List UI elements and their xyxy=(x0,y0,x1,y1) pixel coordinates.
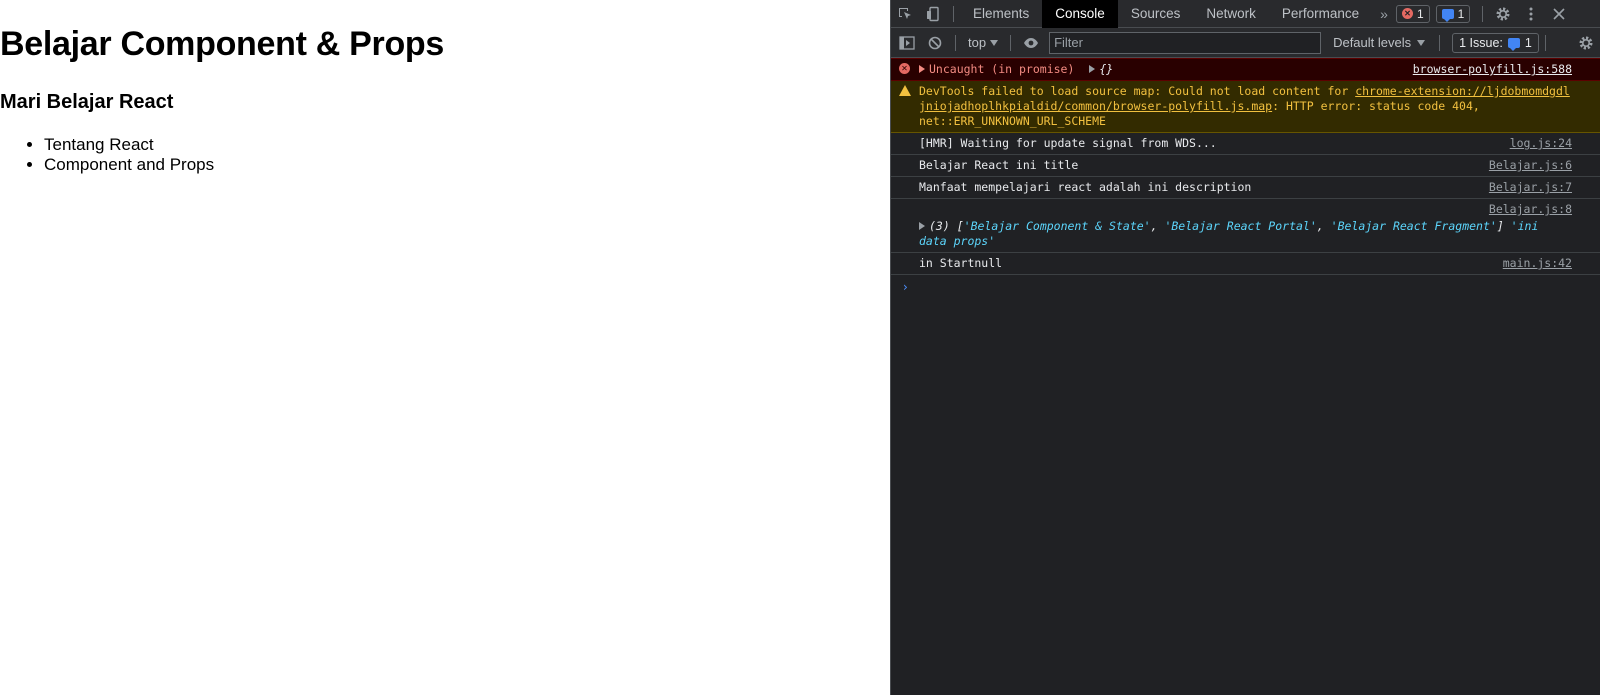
console-settings-gear-icon[interactable] xyxy=(1572,29,1600,57)
tab-console[interactable]: Console xyxy=(1042,0,1118,28)
tab-elements[interactable]: Elements xyxy=(960,0,1042,28)
array-item: 'Belajar React Portal' xyxy=(1164,219,1317,233)
array-comma: , xyxy=(1150,219,1165,233)
error-message: Uncaught (in promise) xyxy=(929,62,1075,76)
log-levels-label: Default levels xyxy=(1333,35,1412,50)
message-icon xyxy=(1441,8,1454,22)
divider xyxy=(955,34,956,51)
close-icon[interactable] xyxy=(1545,0,1573,28)
log-message: [HMR] Waiting for update signal from WDS… xyxy=(919,136,1217,150)
list-item: Component and Props xyxy=(44,155,214,175)
prompt-chevron-icon: › xyxy=(903,280,908,294)
error-object: {} xyxy=(1099,62,1114,76)
devtools-tabbar: Elements Console Sources Network Perform… xyxy=(891,0,1600,28)
filter-input[interactable] xyxy=(1049,31,1322,54)
expand-triangle-icon[interactable] xyxy=(1089,65,1096,73)
array-bracket: [ xyxy=(956,219,964,233)
divider xyxy=(1439,34,1441,51)
expand-triangle-icon[interactable] xyxy=(919,222,925,230)
log-message: in Startnull xyxy=(919,256,1003,270)
console-toolbar: top Default levels 1 Issue: 1 xyxy=(891,28,1600,58)
context-value: top xyxy=(968,35,987,50)
tab-sources[interactable]: Sources xyxy=(1118,0,1194,28)
console-output: ✕ Uncaught (in promise) {} browser-polyf… xyxy=(891,58,1600,294)
console-array-row: Belajar.js:8 (3) ['Belajar Component & S… xyxy=(891,199,1600,253)
sidebar-toggle-icon[interactable] xyxy=(893,29,921,57)
error-icon: ✕ xyxy=(899,63,910,74)
expand-triangle-icon[interactable] xyxy=(919,65,925,73)
console-log-row: Manfaat mempelajari react adalah ini des… xyxy=(891,177,1600,199)
devtools-panel: Elements Console Sources Network Perform… xyxy=(890,0,1600,695)
log-message: Manfaat mempelajari react adalah ini des… xyxy=(919,180,1252,194)
issues-label: 1 Issue: xyxy=(1459,35,1503,50)
array-item: 'Belajar React Fragment' xyxy=(1330,219,1497,233)
source-link[interactable]: main.js:42 xyxy=(1503,256,1572,271)
chevron-down-icon xyxy=(990,39,999,46)
array-item: 'Belajar Component & State' xyxy=(963,219,1151,233)
issues-count: 1 xyxy=(1524,35,1532,50)
source-link[interactable]: Belajar.js:8 xyxy=(1489,202,1572,217)
message-count: 1 xyxy=(1457,6,1465,21)
divider xyxy=(1544,34,1546,51)
array-count: (3) xyxy=(929,219,950,233)
error-count-badge[interactable]: ✕ 1 xyxy=(1395,4,1430,23)
chevron-down-icon xyxy=(1417,39,1426,46)
error-count: 1 xyxy=(1416,6,1424,21)
tab-network[interactable]: Network xyxy=(1193,0,1269,28)
console-log-row: in Startnull main.js:42 xyxy=(891,253,1600,275)
array-comma: , xyxy=(1316,219,1331,233)
page-viewport: Belajar Component & Props Mari Belajar R… xyxy=(0,0,890,695)
console-warning-row: DevTools failed to load source map: Coul… xyxy=(891,81,1600,133)
eye-icon[interactable] xyxy=(1017,29,1045,57)
issues-button[interactable]: 1 Issue: 1 xyxy=(1452,32,1539,53)
source-link[interactable]: Belajar.js:6 xyxy=(1489,158,1572,173)
inspect-element-icon[interactable] xyxy=(891,0,919,28)
kebab-menu-icon[interactable] xyxy=(1517,0,1545,28)
log-levels-select[interactable]: Default levels xyxy=(1323,35,1433,50)
error-icon: ✕ xyxy=(1401,8,1413,19)
warning-icon xyxy=(899,85,911,96)
console-error-row[interactable]: ✕ Uncaught (in promise) {} browser-polyf… xyxy=(891,58,1600,81)
divider xyxy=(1482,5,1484,22)
list-item: Tentang React xyxy=(44,135,214,155)
source-link[interactable]: log.js:24 xyxy=(1510,136,1572,151)
clear-console-icon[interactable] xyxy=(921,29,949,57)
divider xyxy=(953,5,954,22)
console-log-row: [HMR] Waiting for update signal from WDS… xyxy=(891,133,1600,155)
divider xyxy=(1010,34,1012,51)
context-select[interactable]: top xyxy=(962,35,1004,50)
warning-prefix: DevTools failed to load source map: Coul… xyxy=(919,84,1356,98)
source-link[interactable]: browser-polyfill.js:588 xyxy=(1413,62,1572,77)
message-count-badge[interactable]: 1 xyxy=(1435,4,1471,23)
page-subtitle: Mari Belajar React xyxy=(0,91,174,113)
source-link[interactable]: Belajar.js:7 xyxy=(1489,180,1572,195)
gear-icon[interactable] xyxy=(1489,0,1517,28)
message-icon xyxy=(1507,37,1520,51)
console-log-row: Belajar React ini title Belajar.js:6 xyxy=(891,155,1600,177)
log-message: Belajar React ini title xyxy=(919,158,1079,172)
device-toolbar-icon[interactable] xyxy=(919,0,947,28)
page-title: Belajar Component & Props xyxy=(0,25,445,63)
more-tabs-icon[interactable]: » xyxy=(1372,6,1396,22)
topic-list: Tentang React Component and Props xyxy=(44,135,214,175)
tab-performance[interactable]: Performance xyxy=(1269,0,1372,28)
console-prompt[interactable]: › xyxy=(891,275,1600,294)
array-bracket: ] xyxy=(1496,219,1511,233)
